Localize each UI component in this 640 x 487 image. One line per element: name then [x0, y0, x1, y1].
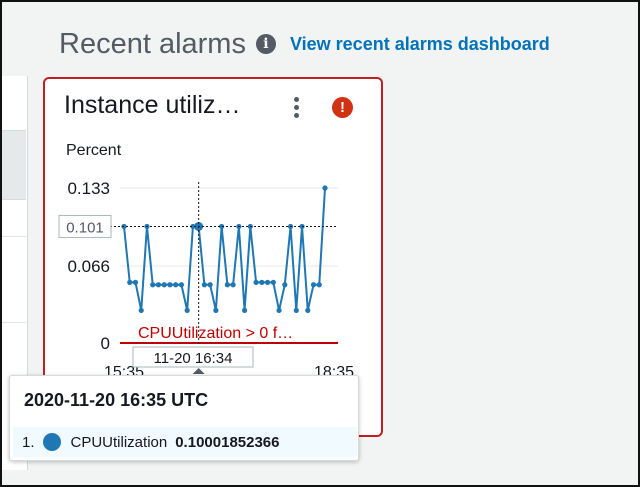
data-point: [201, 282, 207, 288]
tooltip-timestamp: 2020-11-20 16:35 UTC: [24, 390, 209, 410]
tooltip-row: 1. CPUUtilization 0.10001852366: [13, 427, 357, 457]
data-point: [282, 282, 288, 288]
data-point: [207, 282, 213, 288]
data-point: [178, 282, 185, 288]
data-point: [150, 282, 156, 288]
series-line: [123, 187, 326, 311]
crosshair-x-pointer: [192, 368, 205, 374]
chart-tooltip: 2020-11-20 16:35 UTC 1. CPUUtilization 0…: [9, 375, 359, 461]
data-point: [316, 282, 322, 288]
tooltip-row-index: 1.: [22, 433, 35, 451]
data-point: [310, 282, 317, 288]
crosshair-y-label: 0.101: [66, 219, 104, 236]
data-point: [293, 307, 299, 313]
data-point: [155, 282, 162, 288]
threshold-label: CPUUtilization > 0 f…: [138, 325, 293, 342]
data-point: [242, 307, 248, 313]
data-point: [173, 282, 179, 288]
tooltip-metric: CPUUtilization: [70, 433, 168, 451]
data-point: [230, 282, 236, 288]
y-tick-label: 0.133: [67, 179, 110, 198]
data-point: [305, 307, 311, 313]
data-point: [184, 307, 190, 313]
data-point: [259, 279, 265, 285]
series-color-dot: [42, 433, 61, 451]
data-point: [264, 279, 271, 285]
data-point: [127, 279, 133, 285]
data-point: [167, 282, 173, 288]
data-point: [138, 307, 144, 313]
data-point: [276, 307, 282, 313]
tooltip-value: 0.10001852366: [175, 433, 280, 451]
y-tick-label: 0: [101, 334, 110, 353]
y-tick-label: 0.066: [67, 257, 110, 276]
data-point: [270, 279, 276, 285]
data-point: [132, 279, 139, 285]
data-point: [224, 282, 230, 288]
data-point: [253, 279, 259, 285]
data-point: [161, 282, 167, 288]
data-point: [322, 185, 328, 191]
crosshair-x-label: 11-20 16:34: [154, 350, 233, 367]
data-point: [213, 307, 219, 313]
